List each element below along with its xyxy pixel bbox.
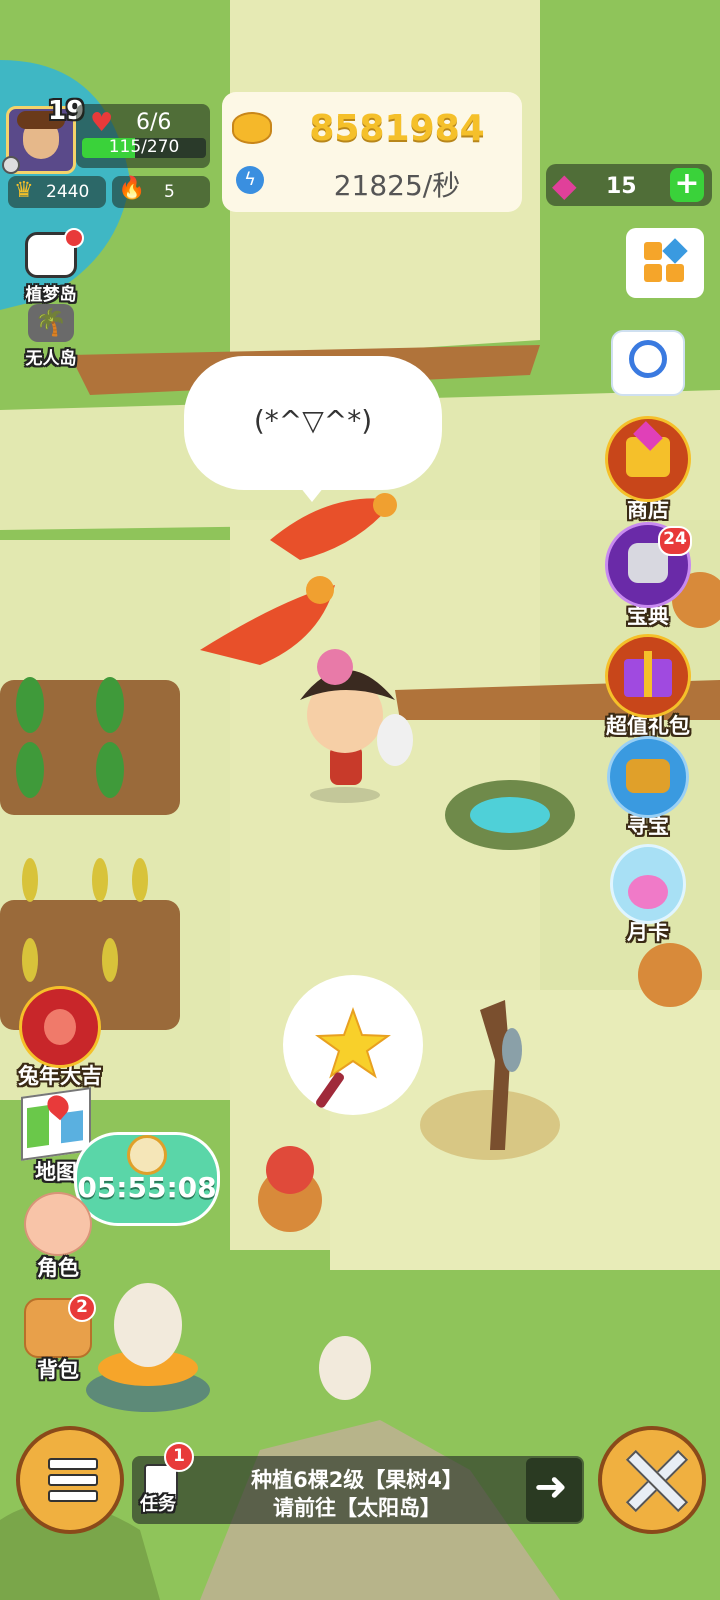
gift-box-icon xyxy=(605,634,691,718)
shop-button[interactable]: 商店 xyxy=(604,416,692,524)
treasure-book-badge: 24 xyxy=(658,526,692,556)
gem-value: 15 xyxy=(606,174,637,199)
timer-value: 05:55:08 xyxy=(77,1171,217,1204)
fire-value: 5 xyxy=(164,182,175,202)
task-go-button[interactable]: ➜ xyxy=(526,1458,582,1522)
crossed-swords-icon xyxy=(598,1426,706,1534)
map-icon xyxy=(21,1087,91,1161)
rabbit-event-button[interactable]: 兔年大吉 xyxy=(6,986,114,1090)
exp-value: 115/270 xyxy=(108,137,180,157)
clock-icon xyxy=(127,1135,167,1175)
task-label: 任务 xyxy=(140,1494,176,1515)
dream-island-label: 植梦岛 xyxy=(25,285,77,305)
currency-panel: 8581984 ϟ 21825/秒 xyxy=(222,92,522,212)
desert-island-button[interactable]: 🌴 无人岛 xyxy=(16,304,86,369)
gold-value: 8581984 xyxy=(309,108,485,149)
bag-badge: 2 xyxy=(68,1294,96,1322)
role-label: 角色 xyxy=(37,1256,79,1280)
baby-face-icon xyxy=(24,1192,92,1256)
speech-bubble: (*^▽^*) xyxy=(184,356,442,502)
more-apps-button[interactable] xyxy=(626,228,704,298)
desert-island-label: 无人岛 xyxy=(25,349,77,369)
crown-icon: ♛ xyxy=(14,178,34,203)
apps-grid-icon xyxy=(644,238,688,284)
arrow-right-icon: ➜ xyxy=(534,1464,568,1510)
bag-button[interactable]: 背包 2 xyxy=(18,1294,98,1384)
hp-value: 6/6 xyxy=(136,110,172,135)
shop-chest-icon xyxy=(605,416,691,502)
rabbit-icon xyxy=(19,986,101,1068)
role-button[interactable]: 角色 xyxy=(18,1192,98,1282)
task-badge: 1 xyxy=(164,1442,194,1472)
player-panel[interactable]: 19 ♥ 6/6 115/270 xyxy=(4,96,210,174)
dream-island-button[interactable]: 植梦岛 xyxy=(16,228,86,305)
heart-icon: ♥ xyxy=(90,108,114,138)
treasure-hunt-button[interactable]: 寻宝 xyxy=(604,736,692,840)
adventure-button[interactable]: 冒险 xyxy=(596,1426,708,1534)
settings-icon[interactable] xyxy=(2,156,20,174)
month-card-button[interactable]: 月卡 xyxy=(604,844,692,946)
map-label: 地图 xyxy=(35,1160,77,1184)
bag-label: 背包 xyxy=(37,1358,79,1382)
speech-tail xyxy=(296,482,328,502)
potion-icon xyxy=(610,844,686,924)
fire-icon: 🔥 xyxy=(118,176,146,201)
gold-coin-icon xyxy=(232,112,272,144)
headset-icon xyxy=(611,330,685,396)
treasure-book-button[interactable]: 宝典 24 xyxy=(604,522,692,630)
add-gem-button[interactable]: + xyxy=(670,168,704,202)
crown-value: 2440 xyxy=(46,182,90,202)
lightning-icon: ϟ xyxy=(236,166,264,194)
task-line-1: 种植6棵2级【果树4】 xyxy=(251,1468,463,1492)
rate-value: 21825/秒 xyxy=(333,169,461,202)
task-line-2: 请前往【太阳岛】 xyxy=(273,1496,441,1520)
notification-dot xyxy=(64,228,84,248)
gem-icon: ◆ xyxy=(552,166,577,204)
speech-text: (*^▽^*) xyxy=(253,404,373,437)
menu-button[interactable]: 菜单 xyxy=(14,1426,126,1534)
task-bar[interactable]: 任务 1 种植6棵2级【果树4】 请前往【太阳岛】 ➜ xyxy=(132,1442,584,1524)
menu-list-icon xyxy=(16,1426,124,1534)
gift-pack-button[interactable]: 超值礼包 xyxy=(598,634,698,740)
treasure-chest-icon xyxy=(607,736,689,818)
palm-tree-icon: 🌴 xyxy=(28,304,74,342)
customer-service-button[interactable]: 客服 xyxy=(610,330,686,400)
